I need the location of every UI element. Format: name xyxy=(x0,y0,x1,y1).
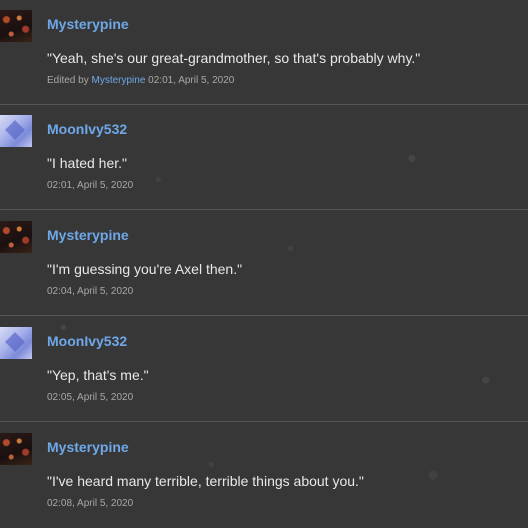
comment-feed: Mysterypine "Yeah, she's our great-grand… xyxy=(0,0,528,528)
comment-item: Mysterypine "I've heard many terrible, t… xyxy=(0,423,528,528)
comment-meta: Edited by Mysterypine 02:01, April 5, 20… xyxy=(47,75,234,86)
comment-item: MoonIvy532 "I hated her." 02:01, April 5… xyxy=(0,105,528,210)
comment-text: "I hated her." xyxy=(47,155,127,171)
comment-timestamp: 02:04, April 5, 2020 xyxy=(47,286,134,297)
avatar[interactable] xyxy=(0,115,32,147)
comment-author[interactable]: Mysterypine xyxy=(47,439,129,455)
comment-text: "I'm guessing you're Axel then." xyxy=(47,261,243,277)
diamond-icon xyxy=(5,120,25,140)
comment-text: "I've heard many terrible, terrible thin… xyxy=(47,473,364,489)
edited-prefix: Edited by xyxy=(47,75,89,86)
comment-timestamp: 02:05, April 5, 2020 xyxy=(47,392,134,403)
comment-item: Mysterypine "Yeah, she's our great-grand… xyxy=(0,0,528,105)
comment-timestamp: 02:01, April 5, 2020 xyxy=(148,75,235,86)
comment-timestamp: 02:08, April 5, 2020 xyxy=(47,498,134,509)
comment-item: Mysterypine "I'm guessing you're Axel th… xyxy=(0,211,528,316)
comment-author[interactable]: MoonIvy532 xyxy=(47,121,127,137)
diamond-icon xyxy=(5,332,25,352)
comment-author[interactable]: Mysterypine xyxy=(47,16,129,32)
avatar[interactable] xyxy=(0,10,32,42)
comment-timestamp: 02:01, April 5, 2020 xyxy=(47,180,134,191)
avatar[interactable] xyxy=(0,433,32,465)
avatar[interactable] xyxy=(0,221,32,253)
comment-author[interactable]: Mysterypine xyxy=(47,227,129,243)
avatar[interactable] xyxy=(0,327,32,359)
comment-text: "Yep, that's me." xyxy=(47,367,149,383)
comment-text: "Yeah, she's our great-grandmother, so t… xyxy=(47,50,421,66)
comment-author[interactable]: MoonIvy532 xyxy=(47,333,127,349)
comment-item: MoonIvy532 "Yep, that's me." 02:05, Apri… xyxy=(0,317,528,422)
edited-by-link[interactable]: Mysterypine xyxy=(91,75,145,86)
